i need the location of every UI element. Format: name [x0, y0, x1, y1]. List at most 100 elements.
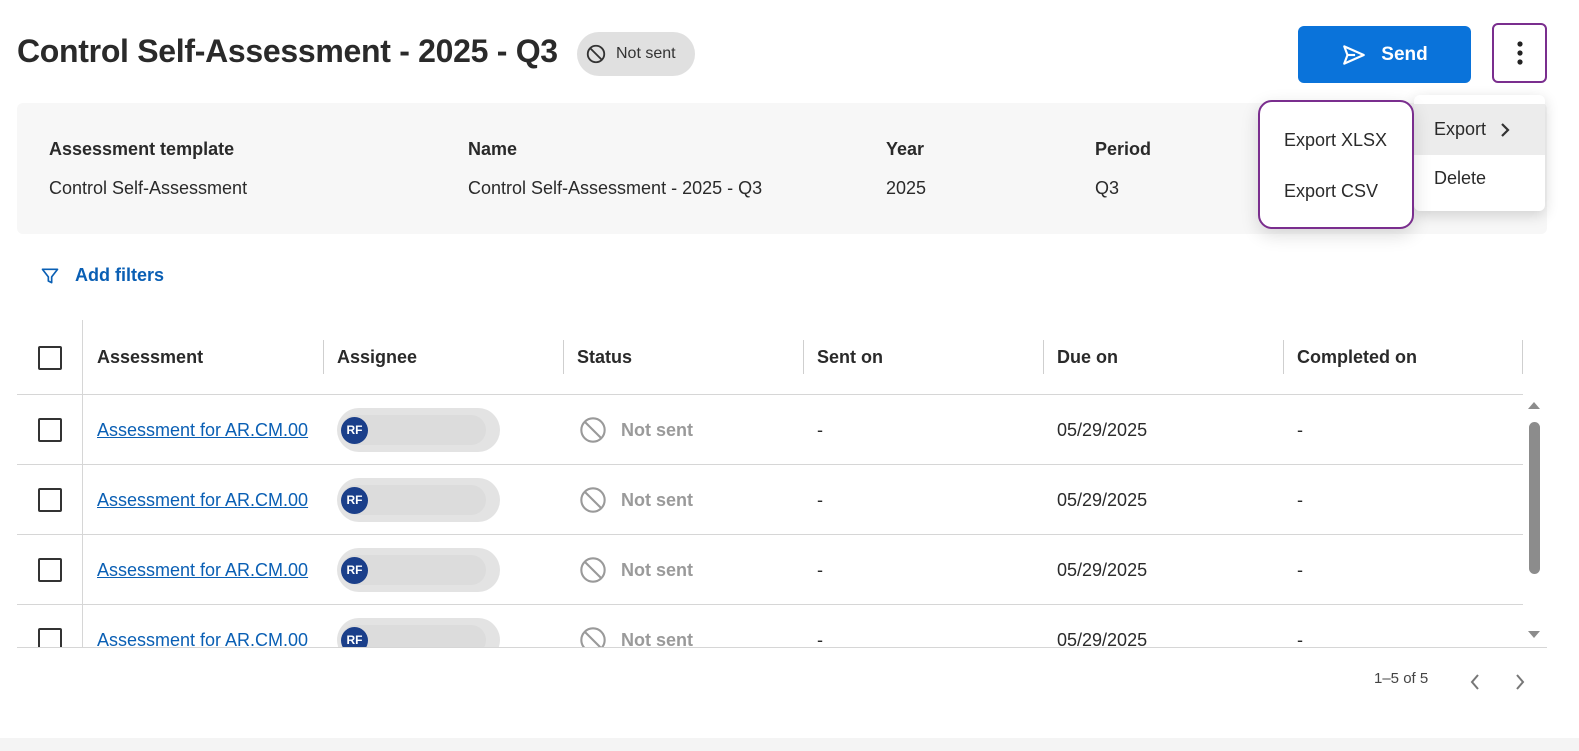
column-divider[interactable]	[1522, 340, 1523, 374]
next-page-button[interactable]	[1506, 668, 1534, 696]
status-label: Not sent	[621, 419, 693, 440]
send-button-label: Send	[1381, 43, 1428, 65]
assignee-chip-body: RF	[341, 415, 486, 445]
column-header-assessment[interactable]: Assessment	[97, 320, 203, 395]
assignee-chip[interactable]: RF	[337, 478, 500, 522]
column-header-due-on[interactable]: Due on	[1057, 320, 1118, 395]
pagination-range: 1–5 of 5	[1374, 670, 1429, 687]
chevron-right-icon	[1516, 674, 1525, 690]
export-submenu: Export XLSX Export CSV	[1258, 100, 1414, 229]
completed-on-cell: -	[1297, 629, 1303, 648]
row-checkbox-cell	[38, 465, 62, 535]
row-checkbox-cell	[38, 535, 62, 605]
table-row: Assessment for AR.CM.00 RF Not sent - 05…	[17, 605, 1523, 648]
assessment-link[interactable]: Assessment for AR.CM.00	[97, 560, 308, 581]
info-template: Assessment template Control Self-Assessm…	[49, 139, 247, 199]
not-sent-icon	[580, 557, 606, 583]
column-header-assignee[interactable]: Assignee	[337, 320, 417, 395]
info-label: Assessment template	[49, 139, 235, 159]
info-label: Name	[468, 139, 518, 159]
assessment-link[interactable]: Assessment for AR.CM.00	[97, 490, 308, 511]
assignee-chip-body: RF	[341, 625, 486, 647]
assessment-cell: Assessment for AR.CM.00	[97, 465, 308, 535]
assessment-cell: Assessment for AR.CM.00	[97, 535, 308, 605]
info-year: Year 2025	[886, 139, 926, 199]
avatar: RF	[341, 486, 368, 514]
column-header-completed-on[interactable]: Completed on	[1297, 320, 1417, 395]
assignee-cell: RF	[337, 535, 500, 605]
menu-item-delete[interactable]: Delete	[1414, 153, 1545, 204]
filter-icon	[41, 268, 59, 283]
send-button[interactable]: Send	[1298, 26, 1471, 83]
export-xlsx-option[interactable]: Export XLSX	[1284, 130, 1387, 151]
assignee-cell: RF	[337, 395, 500, 465]
due-on-cell: 05/29/2025	[1057, 559, 1148, 580]
assignee-chip[interactable]: RF	[337, 618, 500, 647]
not-sent-icon	[580, 487, 606, 513]
assessment-cell: Assessment for AR.CM.00	[97, 605, 308, 648]
assessment-link[interactable]: Assessment for AR.CM.00	[97, 420, 308, 441]
more-options-button[interactable]	[1492, 23, 1547, 83]
table-row: Assessment for AR.CM.00 RF Not sent - 05…	[17, 535, 1523, 605]
menu-item-label: Export	[1434, 119, 1487, 139]
column-header-status[interactable]: Status	[577, 320, 632, 395]
info-value: Control Self-Assessment - 2025 - Q3	[468, 178, 763, 198]
row-checkbox[interactable]	[38, 418, 62, 442]
page-title: Control Self-Assessment - 2025 - Q3	[17, 33, 558, 69]
sent-on-cell: -	[817, 489, 823, 510]
add-filters-button[interactable]: Add filters	[40, 265, 164, 286]
column-divider[interactable]	[563, 340, 564, 374]
table-row: Assessment for AR.CM.00 RF Not sent - 05…	[17, 395, 1523, 465]
assignee-cell: RF	[337, 465, 500, 535]
row-status: Not sent	[579, 556, 693, 584]
assignee-chip[interactable]: RF	[337, 548, 500, 592]
assignee-chip-body: RF	[341, 485, 486, 515]
column-divider[interactable]	[803, 340, 804, 374]
table-header: Assessment Assignee Status Sent on Due o…	[17, 320, 1523, 395]
scroll-down-icon[interactable]	[1527, 630, 1541, 640]
bottom-bar	[0, 738, 1579, 751]
assessment-link[interactable]: Assessment for AR.CM.00	[97, 630, 308, 648]
column-header-sent-on[interactable]: Sent on	[817, 320, 883, 395]
menu-item-export[interactable]: Export	[1414, 104, 1545, 155]
due-on-cell: 05/29/2025	[1057, 489, 1148, 510]
chevron-right-icon	[1501, 122, 1510, 137]
info-label: Year	[886, 139, 925, 159]
row-status: Not sent	[579, 416, 693, 444]
row-checkbox[interactable]	[38, 558, 62, 582]
assessment-page: Control Self-Assessment - 2025 - Q3 Not …	[0, 0, 1579, 751]
info-name: Name Control Self-Assessment - 2025 - Q3	[468, 139, 762, 199]
not-sent-icon	[580, 627, 606, 647]
column-divider[interactable]	[323, 340, 324, 374]
table-row: Assessment for AR.CM.00 RF Not sent - 05…	[17, 465, 1523, 535]
completed-on-cell: -	[1297, 559, 1303, 580]
row-checkbox-cell	[38, 605, 62, 647]
scrollbar-thumb[interactable]	[1529, 422, 1540, 574]
row-checkbox[interactable]	[38, 488, 62, 512]
select-all-cell	[38, 320, 62, 395]
due-on-cell: 05/29/2025	[1057, 419, 1148, 440]
more-options-menu: Export Delete	[1414, 95, 1545, 211]
assignee-chip-body: RF	[341, 555, 486, 585]
column-divider[interactable]	[1043, 340, 1044, 374]
row-checkbox[interactable]	[38, 628, 62, 647]
scroll-up-icon[interactable]	[1527, 400, 1541, 410]
send-icon	[1343, 44, 1366, 65]
sent-on-cell: -	[817, 559, 823, 580]
assignee-chip[interactable]: RF	[337, 408, 500, 452]
sent-on-cell: -	[817, 419, 823, 440]
avatar: RF	[341, 626, 368, 647]
assessment-cell: Assessment for AR.CM.00	[97, 395, 308, 465]
info-label: Period	[1095, 139, 1152, 159]
status-badge-label: Not sent	[616, 45, 676, 62]
export-csv-option[interactable]: Export CSV	[1284, 181, 1378, 202]
select-all-checkbox[interactable]	[38, 345, 62, 370]
status-cell: Not sent	[579, 605, 693, 647]
status-cell: Not sent	[579, 535, 693, 605]
avatar: RF	[341, 556, 368, 584]
row-checkbox-cell	[38, 395, 62, 465]
column-divider[interactable]	[1283, 340, 1284, 374]
more-vertical-icon	[1516, 41, 1523, 65]
previous-page-button[interactable]	[1461, 668, 1489, 696]
avatar: RF	[341, 416, 368, 444]
